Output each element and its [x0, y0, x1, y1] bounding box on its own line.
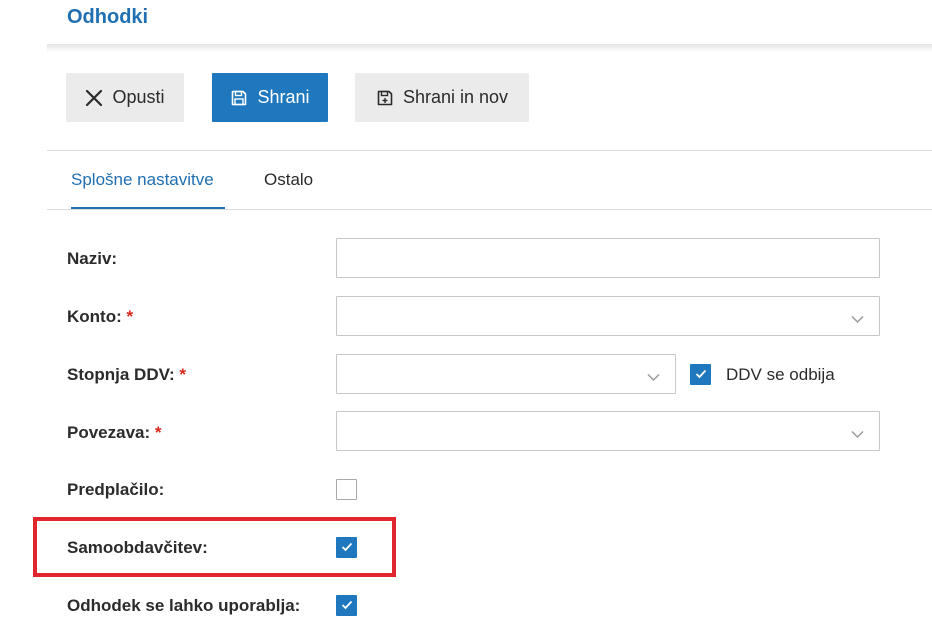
uporablja-label: Odhodek se lahko uporablja:: [67, 596, 301, 615]
required-mark: *: [179, 365, 187, 384]
tabs-divider: [47, 209, 932, 210]
toolbar-divider: [47, 150, 932, 151]
chevron-down-icon: [851, 426, 864, 444]
checkmark-icon: [695, 366, 707, 384]
required-mark: *: [154, 423, 162, 442]
samoobdavcitev-label: Samoobdavčitev:: [67, 538, 208, 557]
page-title: Odhodki: [67, 6, 149, 28]
save-button[interactable]: Shrani: [212, 73, 328, 122]
close-icon: [85, 89, 103, 107]
ddv-se-odbija-checkbox[interactable]: [690, 364, 711, 385]
cancel-button[interactable]: Opusti: [66, 73, 184, 122]
checkmark-icon: [341, 539, 353, 557]
uporablja-checkbox[interactable]: [336, 595, 357, 616]
povezava-label: Povezava: *: [67, 423, 162, 443]
konto-select[interactable]: [336, 296, 880, 336]
predplacilo-label: Predplačilo:: [67, 480, 165, 499]
floppy-disk-icon: [230, 89, 248, 107]
naziv-label: Naziv:: [67, 249, 117, 269]
konto-label-text: Konto:: [67, 307, 122, 326]
save-button-label: Shrani: [257, 87, 310, 107]
naziv-input[interactable]: [336, 238, 880, 278]
stopnja-ddv-select[interactable]: [336, 354, 676, 394]
cancel-button-label: Opusti: [112, 87, 165, 107]
header-shadow: [47, 44, 932, 52]
checkmark-icon: [341, 597, 353, 615]
ddv-se-odbija-label: DDV se odbija: [726, 365, 835, 384]
naziv-label-text: Naziv:: [67, 249, 118, 268]
tab-ostalo[interactable]: Ostalo: [264, 170, 313, 190]
chevron-down-icon: [647, 369, 660, 387]
save-and-new-button[interactable]: Shrani in nov: [355, 73, 529, 122]
required-mark: *: [126, 307, 134, 326]
save-and-new-button-label: Shrani in nov: [402, 87, 509, 107]
chevron-down-icon: [851, 311, 864, 329]
floppy-disk-plus-icon: [376, 89, 394, 107]
povezava-label-text: Povezava:: [67, 423, 151, 442]
samoobdavcitev-checkbox[interactable]: [336, 537, 357, 558]
stopnja-ddv-label-text: Stopnja DDV:: [67, 365, 175, 384]
stopnja-ddv-label: Stopnja DDV: *: [67, 365, 186, 385]
konto-label: Konto: *: [67, 307, 133, 327]
predplacilo-checkbox[interactable]: [336, 479, 357, 500]
tab-splosne-nastavitve[interactable]: Splošne nastavitve: [71, 170, 214, 190]
povezava-select[interactable]: [336, 411, 880, 451]
